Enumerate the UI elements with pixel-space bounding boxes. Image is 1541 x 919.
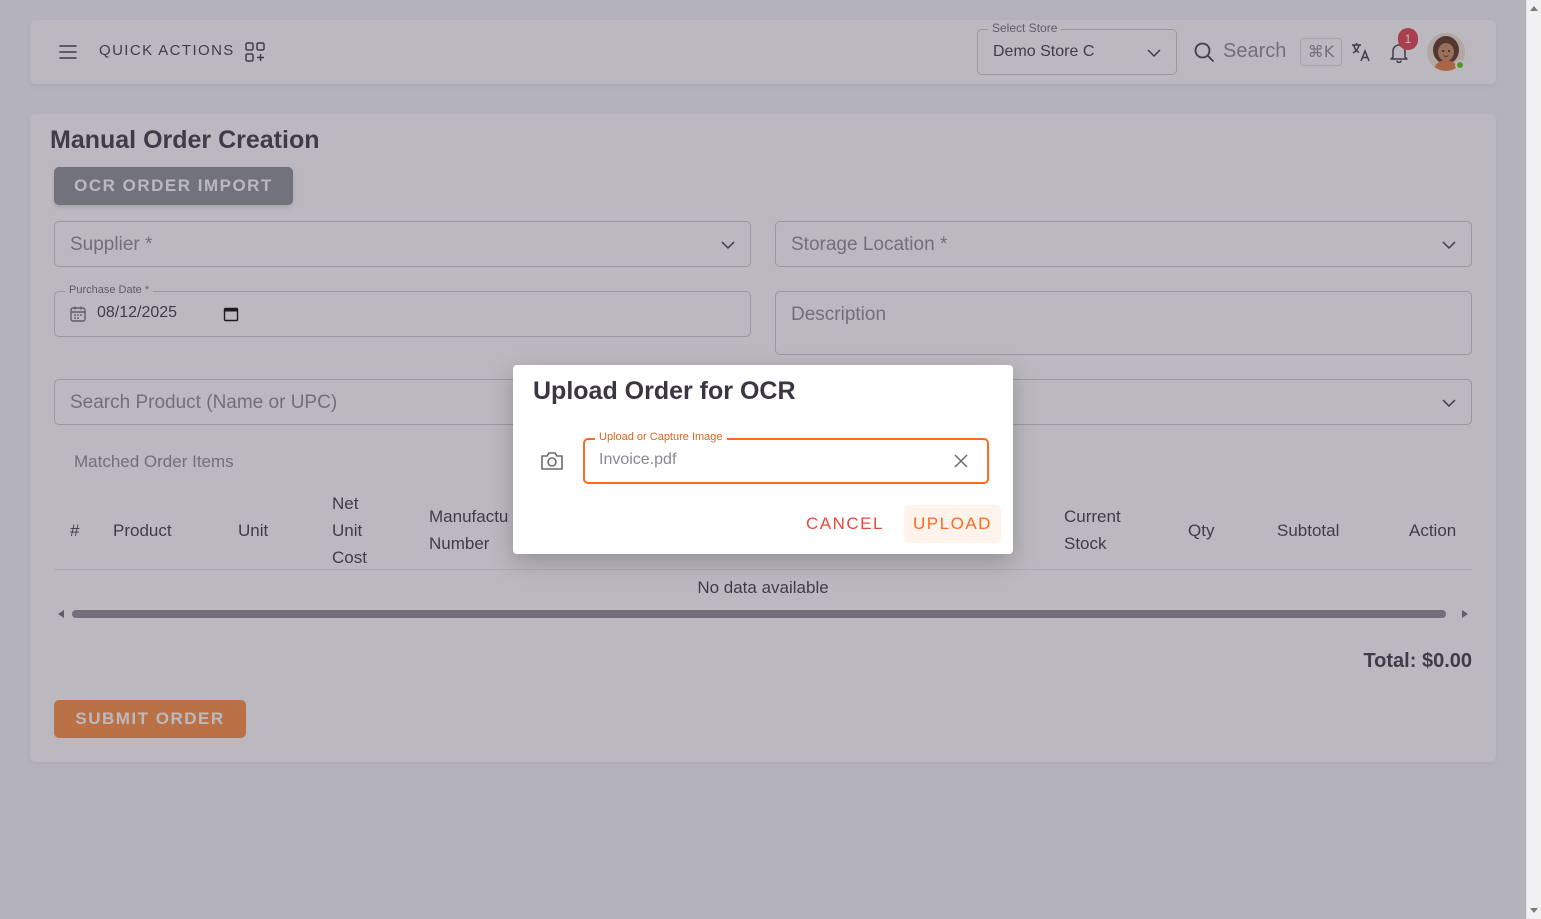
upload-field-legend: Upload or Capture Image bbox=[595, 431, 727, 443]
upload-image-input[interactable]: Upload or Capture Image Invoice.pdf bbox=[583, 431, 989, 484]
page: QUICK ACTIONS Select Store Demo Store C … bbox=[0, 0, 1526, 919]
clear-icon[interactable] bbox=[953, 453, 969, 469]
cancel-button[interactable]: CANCEL bbox=[797, 507, 893, 541]
scroll-down-arrow-icon[interactable] bbox=[1530, 908, 1538, 913]
scroll-up-arrow-icon[interactable] bbox=[1530, 6, 1538, 11]
upload-ocr-dialog: Upload Order for OCR Upload or Capture I… bbox=[513, 365, 1013, 554]
page-scrollbar[interactable] bbox=[1526, 0, 1541, 919]
dialog-title: Upload Order for OCR bbox=[533, 377, 796, 405]
camera-icon[interactable] bbox=[539, 449, 565, 473]
upload-button[interactable]: UPLOAD bbox=[904, 505, 1001, 543]
upload-field-value: Invoice.pdf bbox=[599, 451, 677, 468]
